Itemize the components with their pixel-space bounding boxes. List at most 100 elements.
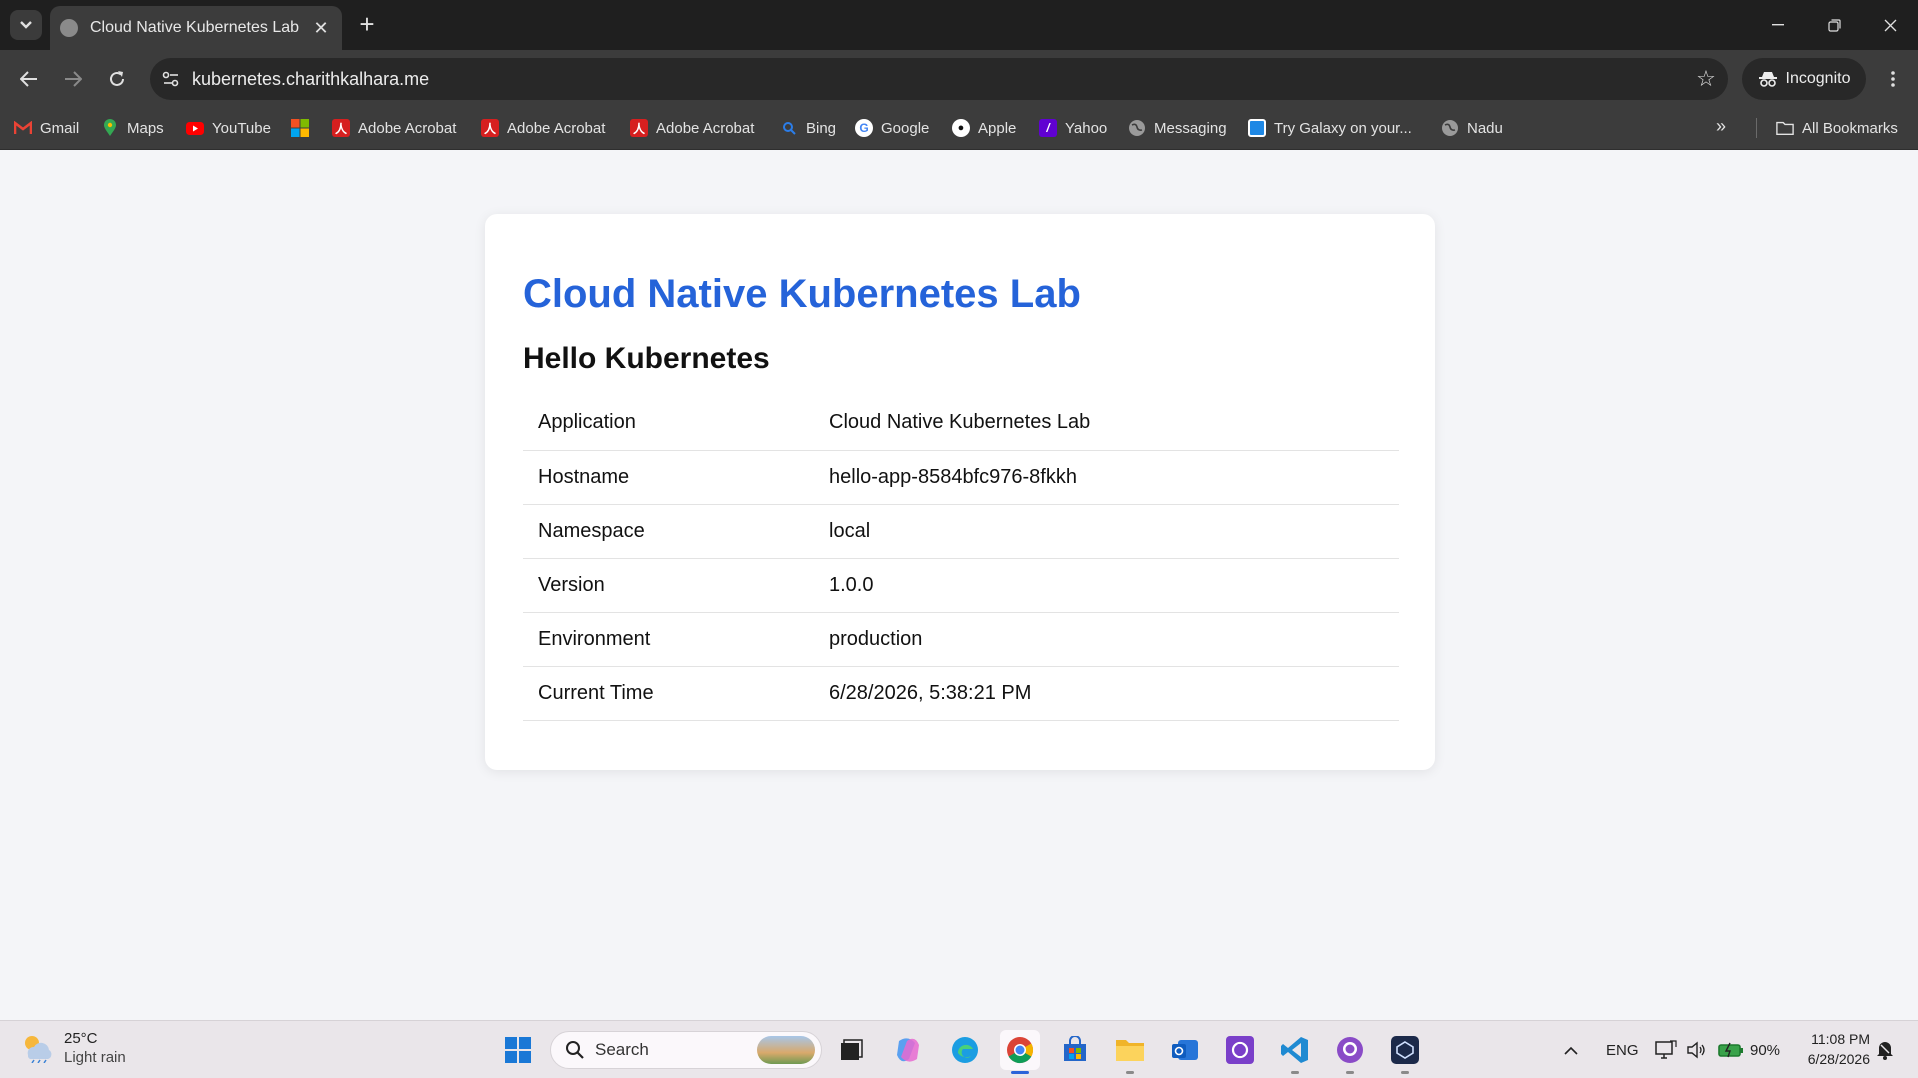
bookmarks-overflow-icon[interactable]: » [1716,116,1726,137]
yahoo-icon: / [1039,119,1057,137]
bookmark-star-icon[interactable]: ☆ [1684,66,1728,92]
running-indicator [1346,1071,1354,1074]
battery-charging-icon [1718,1042,1743,1058]
vscode-icon [1281,1037,1308,1063]
bing-icon [780,119,798,137]
bookmark-apple[interactable]: ● Apple [952,114,1016,142]
taskbar-vscode[interactable] [1275,1030,1315,1074]
bookmark-nadu[interactable]: Nadu [1441,114,1503,142]
minimize-icon [1772,24,1784,26]
bookmark-messaging[interactable]: Messaging [1128,114,1227,142]
window-close-button[interactable] [1870,10,1910,40]
bookmark-youtube[interactable]: YouTube [186,114,271,142]
bookmark-adobe-acrobat[interactable]: 人 Adobe Acrobat [630,114,754,142]
site-info-icon[interactable] [150,58,192,100]
bookmark-gmail[interactable]: Gmail [14,114,79,142]
browser-menu-button[interactable] [1878,62,1908,96]
acrobat-icon: 人 [630,119,648,137]
battery-indicator[interactable]: 90% [1718,1021,1780,1078]
bookmark-adobe-acrobat[interactable]: 人 Adobe Acrobat [481,114,605,142]
new-tab-button[interactable]: + [352,10,382,40]
language-indicator[interactable]: ENG [1606,1021,1639,1078]
windows-icon [505,1037,531,1063]
url-text[interactable]: kubernetes.charithkalhara.me [192,69,1684,90]
taskbar-app-purple[interactable] [1220,1030,1260,1070]
running-indicator [1401,1071,1409,1074]
bookmark-try-galaxy[interactable]: Try Galaxy on your... [1248,114,1412,142]
active-tab[interactable]: Cloud Native Kubernetes Lab ✕ [50,6,342,50]
taskbar-app-dark[interactable] [1385,1030,1425,1074]
start-button[interactable] [498,1030,538,1070]
table-row: Application Cloud Native Kubernetes Lab [523,396,1399,451]
bookmark-yahoo[interactable]: / Yahoo [1039,114,1107,142]
restore-button[interactable] [1814,10,1854,40]
incognito-badge[interactable]: Incognito [1742,58,1866,100]
bookmark-maps[interactable]: Maps [101,114,164,142]
globe-icon [60,19,78,37]
chevron-down-icon [20,21,32,29]
bookmark-google[interactable]: G Google [855,114,929,142]
search-icon [566,1041,584,1059]
volume-icon[interactable] [1686,1021,1706,1078]
notification-bell-icon[interactable] [1876,1021,1894,1078]
back-button[interactable] [12,62,46,96]
forward-button[interactable] [56,62,90,96]
bookmark-adobe-acrobat[interactable]: 人 Adobe Acrobat [332,114,456,142]
network-icon[interactable] [1655,1021,1677,1078]
app-purple-icon [1226,1036,1254,1064]
bookmark-label: Adobe Acrobat [358,119,457,137]
rain-cloud-icon [20,1033,54,1064]
row-value: Cloud Native Kubernetes Lab [814,396,1399,451]
microsoft-icon [291,119,309,137]
running-indicator [1126,1071,1134,1074]
table-row: Current Time 6/28/2026, 5:38:21 PM [523,666,1399,721]
bookmark-label: Yahoo [1065,119,1108,137]
acrobat-icon: 人 [481,119,499,137]
table-row: Namespace local [523,504,1399,559]
close-icon[interactable]: ✕ [310,18,332,39]
taskbar-search[interactable]: Search [550,1031,822,1069]
weather-widget[interactable]: 25°C Light rain [20,1029,126,1067]
taskbar-store[interactable] [1055,1030,1095,1070]
running-indicator [1291,1071,1299,1074]
system-clock[interactable]: 11:08 PM 6/28/2026 [1790,1029,1870,1069]
tab-search-button[interactable] [10,10,42,40]
all-bookmarks-button[interactable]: All Bookmarks [1776,114,1898,142]
globe-icon [1441,119,1459,137]
bookmark-label: Gmail [40,119,80,137]
taskbar-copilot[interactable] [888,1030,928,1070]
tray-overflow-icon[interactable] [1564,1021,1578,1078]
google-icon: G [855,119,873,137]
bookmarks-divider [1756,118,1757,138]
row-key: Hostname [523,450,814,505]
active-indicator [1011,1071,1029,1074]
minimize-button[interactable] [1758,10,1798,40]
taskbar-task-view[interactable] [831,1030,871,1070]
bookmark-label: Try Galaxy on your... [1274,119,1412,137]
title-bar: Cloud Native Kubernetes Lab ✕ + [0,0,1918,50]
edge-icon [952,1037,978,1063]
bookmark-label: Maps [127,119,164,137]
reload-button[interactable] [100,62,134,96]
taskbar-github-desktop[interactable] [1330,1030,1370,1074]
table-row: Version 1.0.0 [523,558,1399,613]
row-value: production [814,612,1399,667]
weather-temperature: 25°C [64,1030,98,1047]
clock-time: 11:08 PM [1811,1031,1870,1047]
globe-icon [1128,119,1146,137]
tab-title: Cloud Native Kubernetes Lab [90,19,300,36]
taskbar-file-explorer[interactable] [1110,1030,1150,1074]
taskbar-edge[interactable] [945,1030,985,1070]
row-key: Current Time [523,666,814,721]
folder-icon [1776,119,1794,137]
bookmark-bing[interactable]: Bing [780,114,836,142]
bookmark-label: Adobe Acrobat [507,119,606,137]
search-highlight-image [757,1036,815,1064]
outlook-icon [1172,1040,1198,1060]
taskbar-chrome[interactable] [1000,1030,1040,1074]
bookmark-microsoft[interactable] [291,114,309,142]
row-key: Namespace [523,504,814,559]
taskbar-outlook[interactable] [1165,1030,1205,1070]
greeting-heading: Hello Kubernetes [523,342,770,375]
address-bar[interactable]: kubernetes.charithkalhara.me ☆ [150,58,1728,100]
